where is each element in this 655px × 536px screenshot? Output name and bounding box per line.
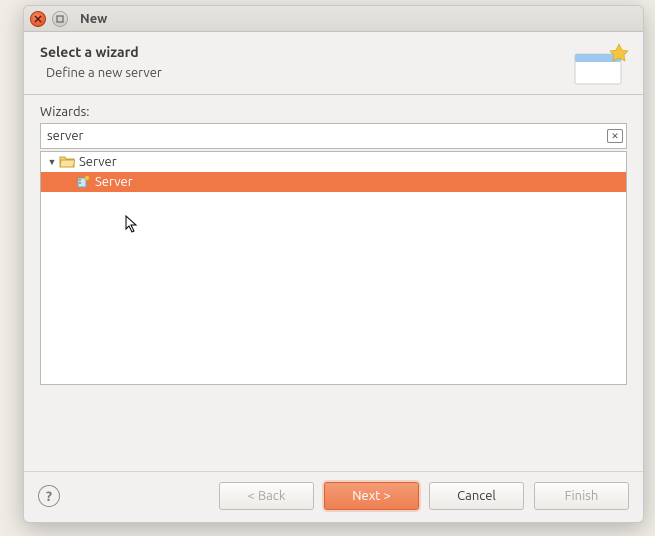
next-button[interactable]: Next > bbox=[324, 482, 419, 510]
tree-category-label: Server bbox=[79, 155, 117, 169]
window-title: New bbox=[80, 12, 107, 26]
wizards-label: Wizards: bbox=[40, 105, 627, 119]
cancel-button[interactable]: Cancel bbox=[429, 482, 524, 510]
dialog-content: Wizards: ✕ ▼ Server bbox=[24, 95, 643, 471]
back-button[interactable]: < Back bbox=[219, 482, 314, 510]
tree-item-server[interactable]: Server bbox=[41, 172, 626, 192]
dialog-header: Select a wizard Define a new server bbox=[24, 32, 643, 95]
clear-filter-icon[interactable]: ✕ bbox=[607, 129, 623, 143]
tree-item-label: Server bbox=[95, 175, 133, 189]
tree-category-server[interactable]: ▼ Server bbox=[41, 152, 626, 172]
folder-icon bbox=[59, 155, 75, 169]
chevron-down-icon[interactable]: ▼ bbox=[47, 157, 57, 167]
server-icon bbox=[75, 175, 91, 189]
titlebar[interactable]: New bbox=[24, 6, 643, 32]
new-wizard-dialog: New Select a wizard Define a new server … bbox=[23, 5, 644, 523]
wizard-filter-input[interactable] bbox=[40, 123, 627, 149]
page-subtitle: Define a new server bbox=[46, 66, 627, 80]
finish-button[interactable]: Finish bbox=[534, 482, 629, 510]
close-icon[interactable] bbox=[30, 11, 46, 27]
page-title: Select a wizard bbox=[40, 44, 627, 60]
button-bar: ? < Back Next > Cancel Finish bbox=[24, 471, 643, 522]
help-button[interactable]: ? bbox=[38, 485, 60, 507]
wizard-tree[interactable]: ▼ Server Ser bbox=[40, 151, 627, 385]
search-wrap: ✕ bbox=[40, 123, 627, 149]
minimize-icon[interactable] bbox=[52, 11, 68, 27]
wizard-banner-icon bbox=[569, 40, 631, 90]
